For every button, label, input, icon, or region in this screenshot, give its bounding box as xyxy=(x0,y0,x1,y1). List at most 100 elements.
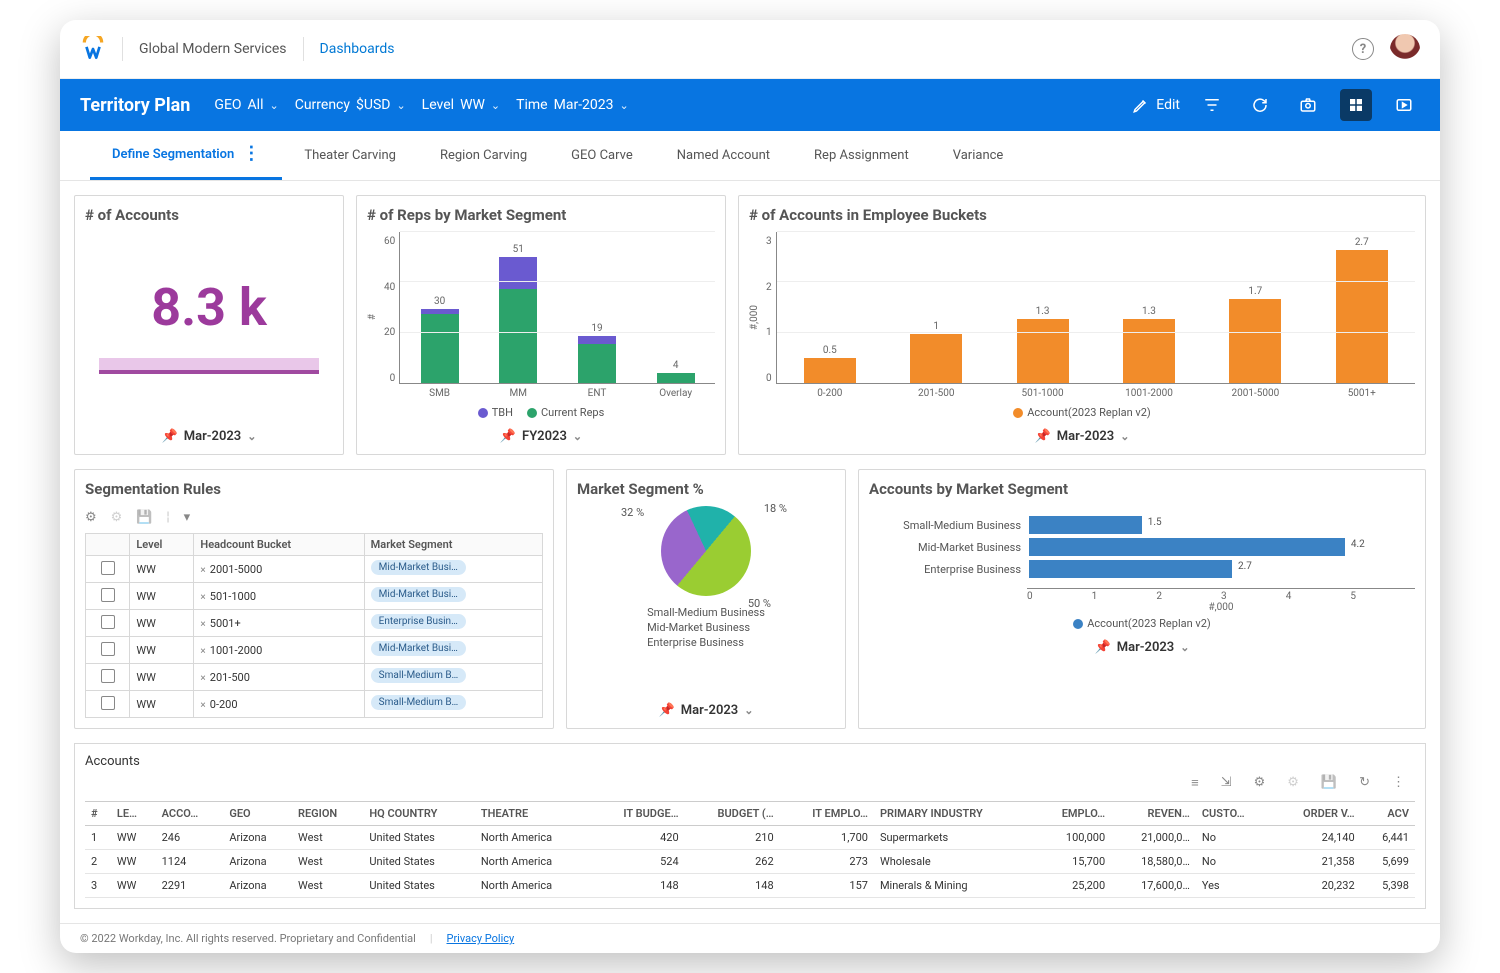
remove-chip-icon[interactable]: × xyxy=(200,565,205,576)
column-header[interactable]: Headcount Bucket xyxy=(194,534,364,556)
edit-button[interactable]: Edit xyxy=(1132,96,1180,114)
segment-pill[interactable]: Mid-Market Busi… xyxy=(371,587,466,602)
column-header[interactable]: ORDER V… xyxy=(1272,802,1361,826)
filter-time[interactable]: Time Mar-2023 ⌄ xyxy=(516,97,629,113)
column-header[interactable]: HQ COUNTRY xyxy=(363,802,474,826)
bar-0-200[interactable]: 0.50-200 xyxy=(795,345,865,383)
tab-define-segmentation[interactable]: Define Segmentation⋮ xyxy=(90,131,282,180)
save-icon[interactable]: 💾 xyxy=(1321,775,1337,791)
bar-1001-2000[interactable]: 1.31001-2000 xyxy=(1114,306,1184,383)
table-row[interactable]: WW×0-200Small-Medium B… xyxy=(86,691,543,718)
column-header[interactable]: IT BUDGE… xyxy=(591,802,685,826)
column-header[interactable]: Level xyxy=(130,534,194,556)
column-header[interactable]: Market Segment xyxy=(364,534,542,556)
segment-pill[interactable]: Mid-Market Busi… xyxy=(371,641,466,656)
segment-pill[interactable]: Small-Medium B… xyxy=(371,668,467,683)
tab-geo-carve[interactable]: GEO Carve xyxy=(549,131,655,180)
table-row[interactable]: WW×501-1000Mid-Market Busi… xyxy=(86,583,543,610)
table-row[interactable]: WW×201-500Small-Medium B… xyxy=(86,664,543,691)
bar-SMB[interactable]: 30SMB xyxy=(416,296,464,383)
filter-geo[interactable]: GEO All ⌄ xyxy=(214,97,278,113)
kebab-icon[interactable]: ⋮ xyxy=(1392,775,1405,791)
table-row[interactable]: 1WW246ArizonaWestUnited StatesNorth Amer… xyxy=(85,826,1415,850)
bar-5001+[interactable]: 2.75001+ xyxy=(1327,237,1397,383)
hbar-2[interactable]: Enterprise Business2.7 xyxy=(879,560,1405,578)
help-icon[interactable]: ? xyxy=(1352,38,1374,60)
segment-pill[interactable]: Enterprise Busin… xyxy=(371,614,466,629)
remove-chip-icon[interactable]: × xyxy=(200,673,205,684)
checkbox[interactable] xyxy=(101,669,115,683)
clear-filter-icon[interactable]: ⚙ xyxy=(111,510,123,525)
hbar-0[interactable]: Small-Medium Business1.5 xyxy=(879,516,1405,534)
column-header[interactable]: BUDGET (… xyxy=(685,802,780,826)
table-row[interactable]: WW×2001-5000Mid-Market Busi… xyxy=(86,556,543,583)
branch-icon[interactable]: ¦ xyxy=(167,510,170,525)
refresh-icon[interactable]: ↻ xyxy=(1359,775,1370,791)
pin-filter[interactable]: 📌Mar-2023⌄ xyxy=(749,429,1415,444)
column-header[interactable]: REVEN… xyxy=(1111,802,1196,826)
checkbox[interactable] xyxy=(101,642,115,656)
column-header[interactable]: EMPLO… xyxy=(1034,802,1111,826)
breadcrumb[interactable]: Dashboards xyxy=(320,41,395,57)
remove-chip-icon[interactable]: × xyxy=(200,619,205,630)
pin-filter[interactable]: 📌Mar-2023⌄ xyxy=(869,640,1415,655)
column-header[interactable]: CUSTO… xyxy=(1196,802,1272,826)
kebab-icon[interactable]: ⋮ xyxy=(242,145,260,163)
hbar-1[interactable]: Mid-Market Business4.2 xyxy=(879,538,1405,556)
table-row[interactable]: WW×1001-2000Mid-Market Busi… xyxy=(86,637,543,664)
column-header[interactable]: THEATRE xyxy=(475,802,591,826)
bar-MM[interactable]: 51MM xyxy=(494,244,542,383)
clear-filter-icon[interactable]: ⚙ xyxy=(1287,775,1299,791)
filter-level[interactable]: Level WW ⌄ xyxy=(422,97,500,113)
tab-region-carving[interactable]: Region Carving xyxy=(418,131,549,180)
column-header[interactable]: ACV xyxy=(1361,802,1415,826)
remove-chip-icon[interactable]: × xyxy=(200,646,205,657)
bar-Overlay[interactable]: 4Overlay xyxy=(652,360,700,383)
remove-chip-icon[interactable]: × xyxy=(200,700,205,711)
filter-settings-icon[interactable]: ⚙ xyxy=(1254,775,1266,791)
bar-201-500[interactable]: 1201-500 xyxy=(901,321,971,383)
camera-icon[interactable] xyxy=(1292,89,1324,121)
column-header[interactable] xyxy=(86,534,130,556)
column-header[interactable]: IT EMPLO… xyxy=(780,802,874,826)
segment-pill[interactable]: Small-Medium B… xyxy=(371,695,467,710)
grid-view-icon[interactable] xyxy=(1340,89,1372,121)
save-icon[interactable]: 💾 xyxy=(136,510,152,525)
chart-area: 30SMB51MM19ENT4Overlay xyxy=(399,232,715,384)
column-header[interactable]: PRIMARY INDUSTRY xyxy=(874,802,1034,826)
table-row[interactable]: 3WW2291ArizonaWestUnited StatesNorth Ame… xyxy=(85,874,1415,898)
refresh-icon[interactable] xyxy=(1244,89,1276,121)
tab-variance[interactable]: Variance xyxy=(931,131,1026,180)
remove-chip-icon[interactable]: × xyxy=(200,592,205,603)
filter-icon[interactable]: ▾ xyxy=(184,510,191,525)
filter-settings-icon[interactable]: ⚙ xyxy=(85,510,97,525)
workday-logo-icon[interactable] xyxy=(80,36,106,62)
table-row[interactable]: 2WW1124ArizonaWestUnited StatesNorth Ame… xyxy=(85,850,1415,874)
export-icon[interactable]: ⇲ xyxy=(1221,775,1232,791)
segment-pill[interactable]: Mid-Market Busi… xyxy=(371,560,466,575)
filter-icon[interactable]: ≡ xyxy=(1191,775,1199,791)
checkbox[interactable] xyxy=(101,696,115,710)
filter-icon[interactable] xyxy=(1196,89,1228,121)
column-header[interactable]: REGION xyxy=(292,802,363,826)
pin-filter[interactable]: 📌Mar-2023⌄ xyxy=(85,429,333,444)
present-icon[interactable] xyxy=(1388,89,1420,121)
checkbox[interactable] xyxy=(101,588,115,602)
bar-2001-5000[interactable]: 1.72001-5000 xyxy=(1220,286,1290,383)
column-header[interactable]: LE… xyxy=(111,802,156,826)
checkbox[interactable] xyxy=(101,615,115,629)
pin-filter[interactable]: 📌Mar-2023⌄ xyxy=(577,703,835,718)
avatar[interactable] xyxy=(1390,34,1420,64)
column-header[interactable]: ACCO… xyxy=(156,802,224,826)
tab-theater-carving[interactable]: Theater Carving xyxy=(282,131,418,180)
tab-named-account[interactable]: Named Account xyxy=(655,131,792,180)
privacy-link[interactable]: Privacy Policy xyxy=(447,932,515,945)
pin-filter[interactable]: 📌FY2023⌄ xyxy=(367,429,715,444)
filter-currency[interactable]: Currency $USD ⌄ xyxy=(295,97,406,113)
column-header[interactable]: GEO xyxy=(223,802,292,826)
checkbox[interactable] xyxy=(101,561,115,575)
bar-501-1000[interactable]: 1.3501-1000 xyxy=(1008,306,1078,383)
column-header[interactable]: # xyxy=(85,802,111,826)
tab-rep-assignment[interactable]: Rep Assignment xyxy=(792,131,931,180)
table-row[interactable]: WW×5001+Enterprise Busin… xyxy=(86,610,543,637)
